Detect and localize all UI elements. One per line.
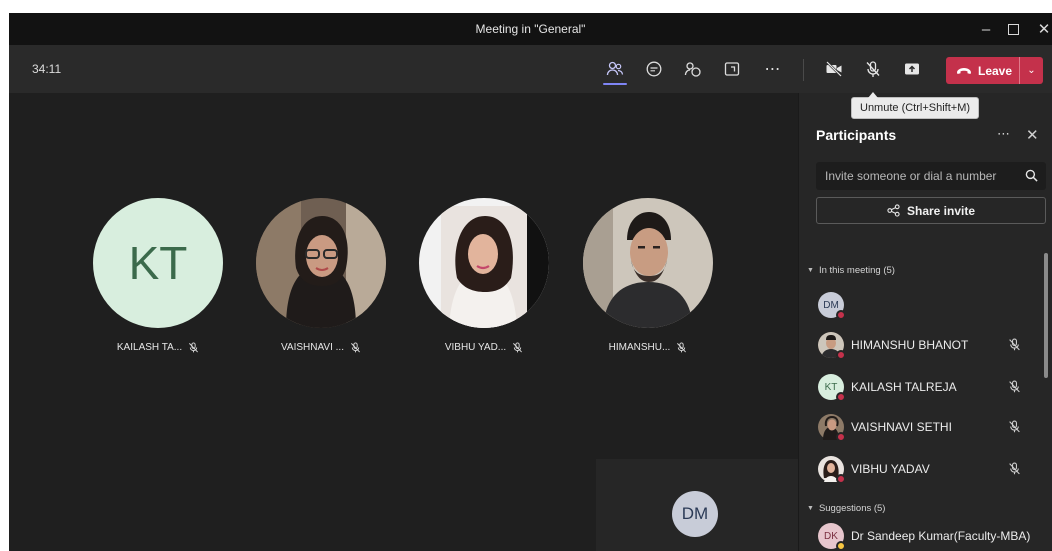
invite-search-input[interactable]: Invite someone or dial a number bbox=[816, 162, 1046, 190]
avatar: DK bbox=[818, 523, 846, 551]
mic-off-icon bbox=[351, 342, 360, 353]
participant-name: HIMANSHU BHANOT bbox=[851, 338, 969, 352]
share-content-button[interactable] bbox=[899, 56, 925, 82]
status-dot bbox=[836, 474, 846, 484]
section-label: In this meeting (5) bbox=[818, 265, 895, 276]
panel-title: Participants bbox=[816, 127, 897, 143]
meeting-toolbar: 34:11 ⋯ Leave ⌄ bbox=[9, 45, 1052, 93]
participant-name: KAILASH TALREJA bbox=[851, 380, 957, 394]
share-icon bbox=[887, 204, 900, 217]
participant-name: Dr Sandeep Kumar(Faculty-MBA) bbox=[851, 529, 1031, 543]
leave-main[interactable]: Leave bbox=[946, 57, 1019, 84]
camera-toggle-button[interactable] bbox=[821, 56, 847, 82]
people-icon bbox=[606, 61, 624, 76]
more-icon: ⋯ bbox=[764, 61, 782, 78]
share-invite-button[interactable]: Share invite bbox=[816, 197, 1046, 224]
participant-row[interactable]: VIBHU YADAV bbox=[818, 455, 1043, 484]
section-suggestions[interactable]: ▼ Suggestions (5) bbox=[807, 503, 885, 514]
panel-scrollbar[interactable] bbox=[1044, 253, 1048, 378]
participant-row[interactable]: KT KAILASH TALREJA bbox=[818, 373, 1043, 402]
teams-meeting-window: Meeting in "General" – ✕ 34:11 ⋯ Leave ⌄… bbox=[9, 13, 1052, 551]
mic-off-icon bbox=[189, 342, 199, 353]
camera-off-icon bbox=[826, 61, 842, 77]
mic-off-icon bbox=[1009, 420, 1020, 433]
participant-name: VIBHU YADAV bbox=[851, 462, 930, 476]
participant-row[interactable]: HIMANSHU BHANOT bbox=[818, 331, 1043, 360]
participant-tile[interactable]: VIBHU YAD... bbox=[419, 198, 549, 353]
mic-off-icon bbox=[866, 61, 880, 77]
raise-hand-button[interactable] bbox=[680, 56, 706, 82]
search-icon bbox=[1025, 169, 1038, 182]
rooms-button[interactable] bbox=[719, 56, 745, 82]
rooms-icon bbox=[724, 62, 740, 76]
more-actions-button[interactable]: ⋯ bbox=[760, 56, 786, 82]
close-window-icon[interactable]: ✕ bbox=[1033, 18, 1052, 40]
invite-placeholder: Invite someone or dial a number bbox=[825, 169, 997, 183]
mic-off-icon bbox=[1009, 338, 1020, 351]
share-tray-icon bbox=[905, 63, 919, 75]
participant-row[interactable]: VAISHNAVI SETHI bbox=[818, 413, 1043, 442]
mic-off-icon bbox=[1009, 380, 1020, 393]
status-dot bbox=[836, 541, 846, 551]
tile-name: VAISHNAVI ... bbox=[281, 342, 344, 353]
participant-photo bbox=[256, 198, 386, 328]
participant-photo bbox=[419, 198, 549, 328]
avatar: DM bbox=[818, 292, 846, 320]
video-stage: KT KAILASH TA... VAISHNAVI ... VIBHU YAD… bbox=[9, 93, 798, 551]
chevron-down-icon[interactable]: ⌄ bbox=[1019, 57, 1043, 84]
participant-tile[interactable]: HIMANSHU... bbox=[583, 198, 713, 353]
leave-button[interactable]: Leave ⌄ bbox=[946, 57, 1043, 84]
avatar: DM bbox=[672, 491, 718, 537]
avatar bbox=[818, 456, 846, 484]
mic-off-icon bbox=[513, 342, 523, 353]
mic-off-icon bbox=[677, 342, 687, 353]
tile-name: KAILASH TA... bbox=[116, 342, 183, 353]
avatar bbox=[818, 332, 846, 360]
chevron-down-icon: ▼ bbox=[807, 267, 814, 274]
more-icon[interactable]: ⋯ bbox=[997, 126, 1011, 142]
tile-name: HIMANSHU... bbox=[608, 342, 671, 353]
participant-tile[interactable]: KT KAILASH TA... bbox=[93, 198, 223, 353]
status-dot bbox=[836, 432, 846, 442]
section-label: Suggestions (5) bbox=[818, 503, 886, 514]
chat-icon bbox=[646, 61, 662, 77]
participant-photo bbox=[583, 198, 713, 328]
title-bar: Meeting in "General" – ✕ bbox=[9, 13, 1052, 45]
minimize-icon[interactable]: – bbox=[975, 18, 997, 40]
participant-name: VAISHNAVI SETHI bbox=[851, 420, 952, 434]
participants-button[interactable] bbox=[602, 56, 628, 85]
mic-off-icon bbox=[1009, 462, 1020, 475]
avatar bbox=[818, 414, 846, 442]
meeting-timer: 34:11 bbox=[32, 62, 62, 76]
raise-hand-icon bbox=[684, 62, 701, 77]
window-title: Meeting in "General" bbox=[475, 22, 586, 36]
section-in-meeting[interactable]: ▼ In this meeting (5) bbox=[807, 265, 895, 276]
leave-label: Leave bbox=[978, 63, 1013, 78]
tile-name: VIBHU YAD... bbox=[444, 342, 507, 353]
status-dot bbox=[836, 350, 846, 360]
participant-row[interactable]: DM bbox=[818, 291, 1043, 320]
unmute-tooltip: Unmute (Ctrl+Shift+M) bbox=[851, 92, 980, 119]
status-dot bbox=[836, 310, 846, 320]
maximize-icon[interactable] bbox=[1002, 18, 1024, 40]
share-invite-label: Share invite bbox=[906, 203, 976, 218]
hang-up-icon bbox=[957, 67, 971, 74]
avatar: KT bbox=[93, 198, 223, 328]
chevron-down-icon: ▼ bbox=[807, 505, 814, 512]
self-view: DM bbox=[596, 459, 798, 551]
close-icon[interactable]: ✕ bbox=[1026, 126, 1039, 144]
status-dot bbox=[836, 392, 846, 402]
chat-button[interactable] bbox=[641, 56, 667, 82]
avatar: KT bbox=[818, 374, 846, 402]
participants-panel: Participants ⋯ ✕ Invite someone or dial … bbox=[798, 93, 1052, 551]
toolbar-divider bbox=[803, 59, 804, 81]
mic-toggle-button[interactable] bbox=[860, 56, 886, 82]
suggestion-row[interactable]: DK Dr Sandeep Kumar(Faculty-MBA) bbox=[818, 522, 1043, 551]
participant-tile[interactable]: VAISHNAVI ... bbox=[256, 198, 386, 353]
